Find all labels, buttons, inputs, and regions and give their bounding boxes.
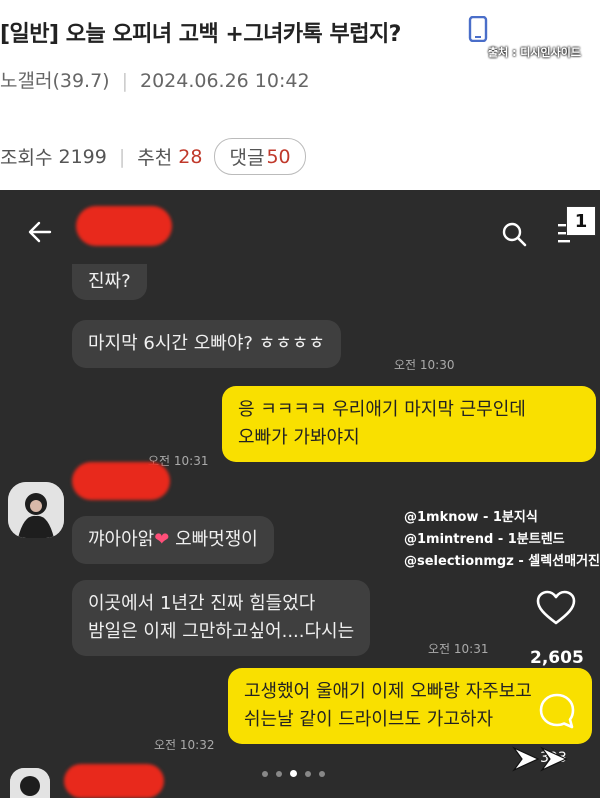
message-text: 진짜? bbox=[88, 271, 131, 292]
message-line: 오빠가 가봐야지 bbox=[238, 427, 360, 448]
message-received: 마지막 6시간 오빠야? ㅎㅎㅎㅎ bbox=[72, 320, 341, 368]
redacted-sender-name bbox=[72, 462, 170, 500]
post-title[interactable]: [일반] 오늘 오피녀 고백 +그녀카톡 부럽지? bbox=[0, 16, 401, 48]
back-arrow-icon[interactable] bbox=[26, 218, 54, 246]
message-time: 오전 10:32 bbox=[154, 738, 215, 752]
carousel-dot[interactable] bbox=[319, 770, 325, 777]
search-icon[interactable] bbox=[500, 220, 528, 248]
post-datetime: 2024.06.26 10:42 bbox=[139, 70, 310, 92]
views-label: 조회수 bbox=[0, 147, 53, 169]
comments-label: 댓글 bbox=[229, 147, 265, 169]
carousel-indicator[interactable] bbox=[262, 770, 325, 777]
comment-bubble-icon[interactable] bbox=[538, 692, 576, 730]
redacted-contact-name bbox=[76, 206, 172, 246]
message-received: 이곳에서 1년간 진짜 힘들었다 밤일은 이제 그만하고싶어....다시는 bbox=[72, 580, 371, 656]
carousel-dot[interactable] bbox=[305, 770, 311, 777]
author-name[interactable]: 노갤러(39.7) bbox=[0, 70, 110, 92]
carousel-dot[interactable] bbox=[262, 770, 268, 777]
watermark-line: @1mknow - 1분지식 bbox=[404, 510, 538, 525]
heart-emoji: ❤ bbox=[154, 529, 170, 550]
mobile-phone-icon bbox=[468, 16, 488, 42]
heart-like-icon[interactable] bbox=[536, 590, 576, 626]
recommend-label: 추천 bbox=[137, 147, 173, 169]
message-line: 쉬는날 같이 드라이브도 가고하자 bbox=[244, 709, 494, 730]
message-text: 오빠멋쟁이 bbox=[169, 529, 258, 550]
post-header: [일반] 오늘 오피녀 고백 +그녀카톡 부럽지? 출처 : 디시인사이드 노갤… bbox=[0, 0, 600, 190]
comments-button[interactable]: 댓글 50 bbox=[214, 138, 306, 175]
post-meta: 노갤러(39.7) | 2024.06.26 10:42 bbox=[0, 70, 310, 92]
sender-avatar[interactable] bbox=[10, 768, 50, 798]
chat-screenshot: 1 진짜? 마지막 6시간 오빠야? ㅎㅎㅎㅎ 오전 10:30 응 ㅋㅋㅋㅋ … bbox=[0, 190, 600, 798]
views-count: 2199 bbox=[58, 145, 107, 168]
message-received: 꺄아아앍❤ 오빠멋쟁이 bbox=[72, 516, 274, 564]
profile-photo-icon bbox=[8, 482, 64, 538]
message-line: 응 ㅋㅋㅋㅋ 우리애기 마지막 근무인데 bbox=[238, 399, 526, 420]
watermark-line: @selectionmgz - 셀렉션매거진 bbox=[404, 554, 600, 569]
like-count: 2,605 bbox=[530, 648, 584, 668]
watermark-line: @1mintrend - 1분트렌드 bbox=[404, 532, 565, 547]
sender-avatar[interactable] bbox=[8, 482, 64, 538]
redacted-sender-name bbox=[64, 764, 164, 798]
message-line: 이곳에서 1년간 진짜 힘들었다 bbox=[88, 593, 316, 614]
profile-photo-icon bbox=[10, 768, 50, 798]
comments-count: 50 bbox=[266, 145, 291, 168]
message-line: 밤일은 이제 그만하고싶어....다시는 bbox=[88, 621, 355, 642]
message-sent: 응 ㅋㅋㅋㅋ 우리애기 마지막 근무인데 오빠가 가봐야지 bbox=[222, 386, 596, 462]
carousel-dot-active[interactable] bbox=[290, 770, 297, 777]
post-stats: 조회수 2199 | 추천 28 댓글 50 bbox=[0, 138, 306, 175]
message-time: 오전 10:30 bbox=[394, 358, 455, 372]
carousel-dot[interactable] bbox=[276, 770, 282, 777]
share-arrows-icon[interactable] bbox=[512, 742, 584, 776]
message-line: 고생했어 울애기 이제 오빠랑 자주보고 bbox=[244, 681, 532, 702]
message-text: 꺄아아앍 bbox=[88, 529, 155, 550]
message-time: 오전 10:31 bbox=[428, 642, 489, 656]
message-text: 마지막 6시간 오빠야? ㅎㅎㅎㅎ bbox=[88, 333, 325, 354]
page-number-badge: 1 bbox=[566, 206, 596, 236]
source-tag: 출처 : 디시인사이드 bbox=[488, 46, 582, 59]
message-received: 진짜? bbox=[72, 264, 147, 300]
recommend-count: 28 bbox=[178, 145, 203, 168]
